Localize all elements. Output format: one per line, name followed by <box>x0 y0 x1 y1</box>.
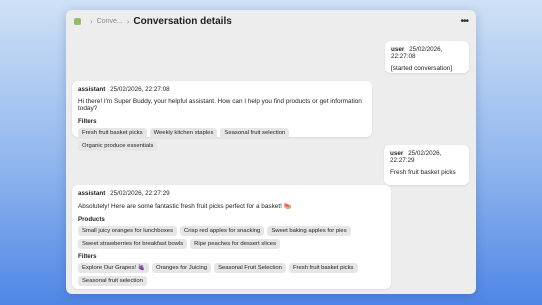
ellipsis-icon[interactable]: ••• <box>460 16 468 27</box>
filter-chips: Explore Our Grapes! 🍇 Oranges for Juicin… <box>78 263 385 286</box>
product-chip[interactable]: Sweet strawberries for breakfast bowls <box>78 239 188 249</box>
product-chip[interactable]: Crisp red apples for snacking <box>180 226 265 236</box>
filter-chip[interactable]: Seasonal fruit selection <box>220 128 290 138</box>
chevron-right-icon: › <box>126 16 130 26</box>
message-meta: user 25/02/2026, 22:27:29 <box>390 150 463 164</box>
filter-chip[interactable]: Explore Our Grapes! 🍇 <box>78 263 149 273</box>
filter-chip[interactable]: Organic produce essentials <box>78 141 158 151</box>
conversation-window: › Conve... › Conversation details ••• us… <box>66 10 476 294</box>
filters-label: Filters <box>78 118 97 125</box>
filter-chip[interactable]: Seasonal Fruit Selection <box>214 263 286 273</box>
filter-chip[interactable]: Fresh fruit basket picks <box>78 128 147 138</box>
page-title: Conversation details <box>133 15 232 27</box>
product-chip[interactable]: Ripe peaches for dessert slices <box>190 239 281 249</box>
message-role: user <box>391 46 405 53</box>
title-bar: › Conve... › Conversation details ••• <box>66 10 476 32</box>
message-meta: user 25/02/2026, 22:27:08 <box>391 46 463 60</box>
message-assistant-1: assistant 25/02/2026, 22:27:08 Hi there!… <box>72 81 372 151</box>
message-text: [started conversation] <box>391 65 453 72</box>
products-label: Products <box>78 216 105 223</box>
breadcrumb-conversations[interactable]: Conve... <box>97 18 123 25</box>
message-user-1: user 25/02/2026, 22:27:08 [started conve… <box>385 41 469 73</box>
message-text: Hi there! I'm Super Buddy, your helpful … <box>78 98 362 112</box>
message-text: Fresh fruit basket picks <box>390 169 456 176</box>
message-role: user <box>390 150 404 157</box>
filter-chip[interactable]: Oranges for Juicing <box>152 263 212 273</box>
filters-label: Filters <box>78 253 97 260</box>
product-chip[interactable]: Sweet baking apples for pies <box>267 226 351 236</box>
message-text: Absolutely! Here are some fantastic fres… <box>78 203 292 210</box>
message-timestamp: 25/02/2026, 22:27:29 <box>110 190 170 197</box>
filter-chip[interactable]: Weekly kitchen staples <box>149 128 218 138</box>
message-role: assistant <box>78 190 106 197</box>
message-meta: assistant 25/02/2026, 22:27:08 <box>78 86 366 93</box>
product-chips: Small juicy oranges for lunchboxes Crisp… <box>78 226 385 249</box>
message-user-2: user 25/02/2026, 22:27:29 Fresh fruit ba… <box>384 145 469 185</box>
chevron-right-icon: › <box>90 16 93 26</box>
message-role: assistant <box>78 86 106 93</box>
app-icon[interactable] <box>74 17 81 25</box>
message-assistant-2: assistant 25/02/2026, 22:27:29 Absolutel… <box>72 185 391 289</box>
product-chip[interactable]: Small juicy oranges for lunchboxes <box>78 226 178 236</box>
message-meta: assistant 25/02/2026, 22:27:29 <box>78 190 385 197</box>
filter-chip[interactable]: Seasonal fruit selection <box>78 276 147 286</box>
filter-chips: Fresh fruit basket picks Weekly kitchen … <box>78 128 366 151</box>
filter-chip[interactable]: Fresh fruit basket picks <box>288 263 358 273</box>
message-timestamp: 25/02/2026, 22:27:08 <box>110 86 170 93</box>
